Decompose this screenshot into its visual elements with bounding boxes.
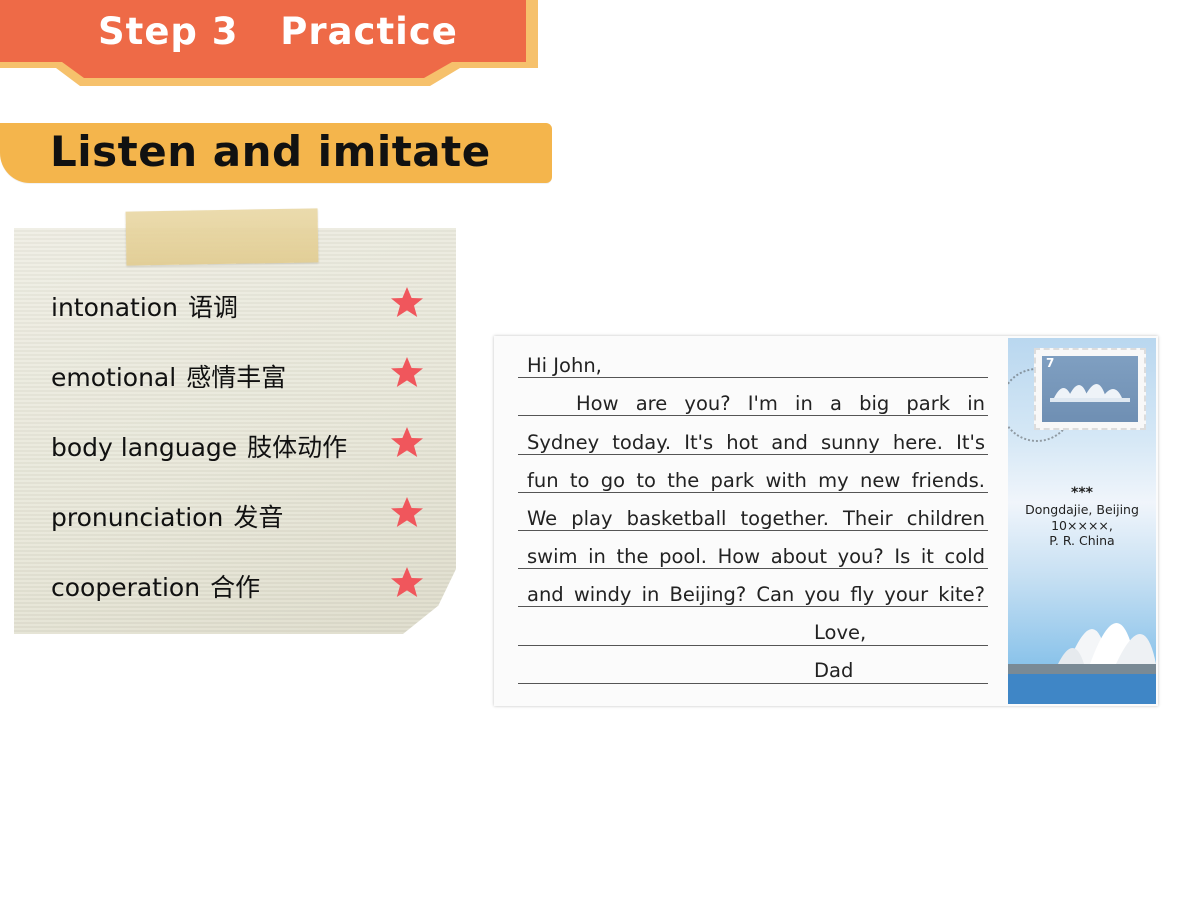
- postcard: Hi John, How are you? I'm in a big park …: [494, 336, 1158, 706]
- section-title: Listen and imitate: [50, 127, 491, 176]
- note-item-cooperation: cooperation 合作: [51, 568, 431, 608]
- note-item-zh: 合作: [210, 573, 261, 602]
- opera-house-stamp-icon: [1050, 384, 1130, 402]
- note-item-intonation: intonation 语调: [51, 288, 431, 328]
- postcard-signature: Dad: [814, 659, 854, 682]
- postcard-rule: [518, 377, 988, 378]
- note-item-pronunciation: pronunciation 发音: [51, 498, 431, 538]
- postcard-rule: [518, 415, 988, 416]
- postcard-rule: [518, 606, 988, 607]
- tape-strip: [125, 208, 319, 266]
- opera-house-icon: [1008, 623, 1156, 704]
- note-item-emotional: emotional 感情丰富: [51, 358, 431, 398]
- note-item-en: intonation: [51, 293, 178, 322]
- postcard-rule: [518, 454, 988, 455]
- note-item-zh: 感情丰富: [186, 363, 287, 392]
- postcard-rule: [518, 568, 988, 569]
- star-icon: [391, 357, 423, 387]
- postcard-line: Sydney today. It's hot and sunny here. I…: [527, 431, 985, 454]
- note-item-en: cooperation: [51, 573, 201, 602]
- note-item-en: pronunciation: [51, 503, 224, 532]
- note-item-en: body language: [51, 433, 238, 462]
- postcard-line: and windy in Beijing? Can you fly your k…: [527, 583, 985, 606]
- postcard-rule: [518, 683, 988, 684]
- postcard-closing: Love,: [814, 621, 867, 644]
- note-item-body-language: body language 肢体动作: [51, 428, 431, 468]
- postcard-rule: [518, 645, 988, 646]
- step-banner: Step 3 Practice: [0, 0, 538, 86]
- step-title: Step 3 Practice: [98, 10, 458, 53]
- star-icon: [391, 497, 423, 527]
- postcard-line: swim in the pool. How about you? Is it c…: [527, 545, 985, 568]
- section-bar: Listen and imitate: [0, 123, 552, 183]
- opera-house-strip: 7 *** Dongdajie, Beijing 10××××, P. R. C…: [1008, 338, 1156, 704]
- star-icon: [391, 427, 423, 457]
- address-name: ***: [1071, 485, 1093, 501]
- star-icon: [391, 567, 423, 597]
- note-item-zh: 语调: [187, 293, 238, 322]
- note-item-en: emotional: [51, 363, 177, 392]
- note-item-zh: 发音: [233, 503, 284, 532]
- address-street: Dongdajie, Beijing: [1025, 502, 1139, 517]
- star-icon: [391, 287, 423, 317]
- step-label: Step 3: [98, 10, 239, 53]
- address-postcode: 10××××,: [1051, 518, 1113, 533]
- sticky-note: intonation 语调 emotional 感情丰富 body language…: [14, 208, 464, 638]
- address-country: P. R. China: [1049, 533, 1115, 548]
- note-item-zh: 肢体动作: [247, 433, 348, 462]
- postcard-line: fun to go to the park with my new friend…: [527, 469, 985, 492]
- stamp-picture: 7: [1042, 356, 1138, 422]
- postcard-greeting: Hi John,: [527, 354, 602, 377]
- postcard-rule: [518, 530, 988, 531]
- postcard-line: We play basketball together. Their child…: [527, 507, 985, 530]
- stamp: 7: [1034, 348, 1146, 430]
- step-name: Practice: [280, 10, 458, 53]
- postcard-line: How are you? I'm in a big park in: [576, 392, 985, 415]
- postcard-rule: [518, 492, 988, 493]
